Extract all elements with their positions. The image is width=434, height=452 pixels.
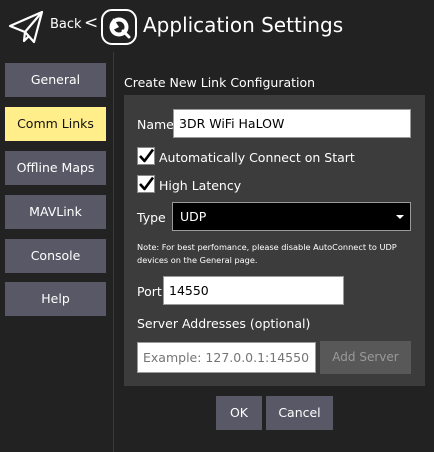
name-label: Name — [137, 117, 174, 132]
auto-connect-label: Automatically Connect on Start — [159, 150, 355, 165]
type-select-value: UDP — [180, 209, 207, 224]
back-chevron: < — [84, 13, 99, 33]
server-address-input[interactable] — [137, 342, 316, 373]
port-label: Port — [137, 284, 162, 299]
chevron-down-icon — [396, 215, 404, 219]
server-addresses-label: Server Addresses (optional) — [137, 316, 311, 331]
type-select[interactable]: UDP — [172, 202, 411, 231]
back-label: Back — [50, 17, 82, 32]
auto-connect-checkbox[interactable] — [137, 147, 155, 165]
udp-note: Note: For best perfomance, please disabl… — [137, 242, 397, 265]
cancel-button[interactable]: Cancel — [266, 396, 333, 430]
sidebar-item-help[interactable]: Help — [5, 282, 106, 316]
ok-button[interactable]: OK — [216, 396, 262, 430]
sidebar-divider — [113, 52, 114, 452]
section-title: Create New Link Configuration — [124, 75, 316, 90]
sidebar-item-console[interactable]: Console — [5, 239, 106, 273]
port-field[interactable] — [163, 276, 344, 305]
name-field[interactable] — [173, 109, 411, 138]
add-server-button[interactable]: Add Server — [320, 341, 411, 374]
paper-plane-icon — [8, 10, 44, 44]
page-title: Application Settings — [143, 13, 344, 37]
sidebar-item-mavlink[interactable]: MAVLink — [5, 195, 106, 229]
high-latency-checkbox[interactable] — [137, 175, 155, 193]
type-label: Type — [137, 210, 166, 225]
sidebar-item-general[interactable]: General — [5, 63, 106, 97]
checkmark-icon — [139, 176, 154, 191]
sidebar-item-comm-links[interactable]: Comm Links — [5, 107, 106, 141]
sidebar-item-offline-maps[interactable]: Offline Maps — [5, 151, 106, 185]
app-logo-icon — [101, 9, 137, 45]
high-latency-label: High Latency — [159, 178, 242, 193]
checkmark-icon — [139, 148, 154, 163]
